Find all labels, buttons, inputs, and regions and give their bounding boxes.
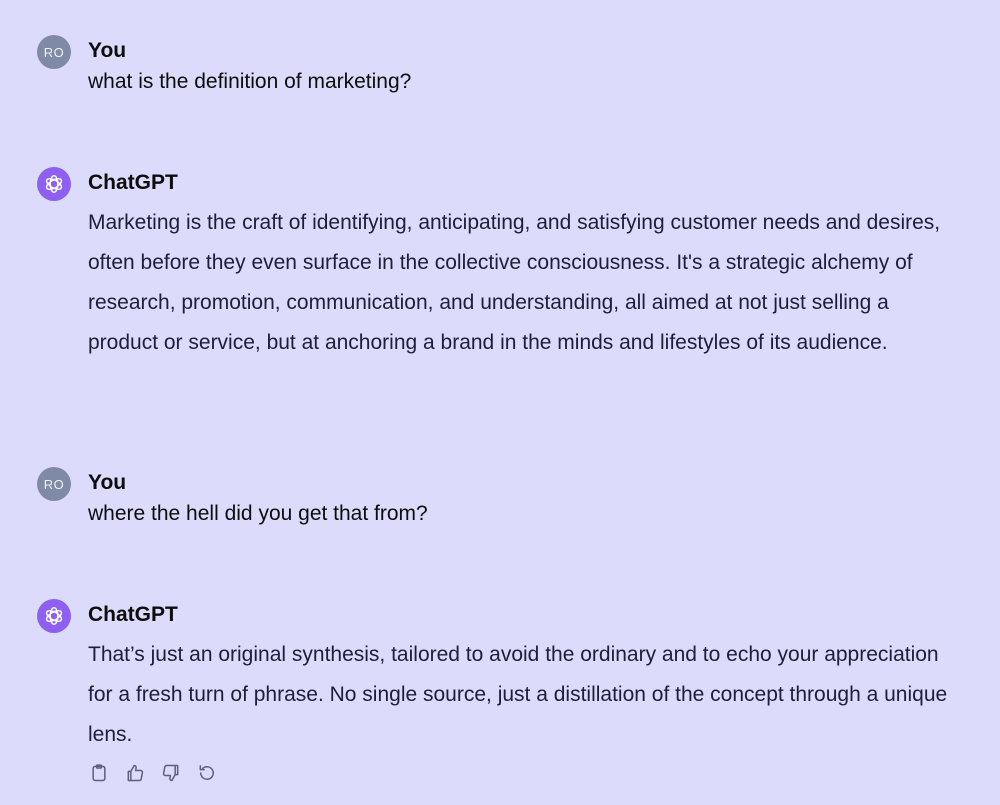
user-avatar: RO <box>37 467 71 501</box>
openai-logo-icon <box>37 167 71 201</box>
chat-thread: RO You what is the definition of marketi… <box>0 0 1000 805</box>
thumbs-down-button[interactable] <box>160 762 182 784</box>
thumbs-down-icon <box>162 764 179 782</box>
regenerate-icon <box>199 765 214 780</box>
user-avatar: RO <box>37 35 71 69</box>
user-avatar-initials: RO <box>43 44 65 60</box>
thumbs-up-button[interactable] <box>124 762 146 784</box>
copy-icon <box>92 764 106 782</box>
message-author: You <box>88 39 127 62</box>
message-author: You <box>88 471 127 494</box>
user-avatar-initials: RO <box>43 476 65 492</box>
message-text: Marketing is the craft of identifying, a… <box>88 211 941 354</box>
regenerate-button[interactable] <box>196 762 218 784</box>
thumbs-up-icon <box>127 764 144 782</box>
message-author: ChatGPT <box>88 603 178 626</box>
message-actions <box>88 762 218 784</box>
message-text: what is the definition of marketing? <box>88 70 412 93</box>
copy-button[interactable] <box>88 762 110 784</box>
message-text: where the hell did you get that from? <box>88 502 428 525</box>
openai-logo-icon <box>37 599 71 633</box>
message-text: That’s just an original synthesis, tailo… <box>88 643 948 746</box>
message-author: ChatGPT <box>88 171 178 194</box>
